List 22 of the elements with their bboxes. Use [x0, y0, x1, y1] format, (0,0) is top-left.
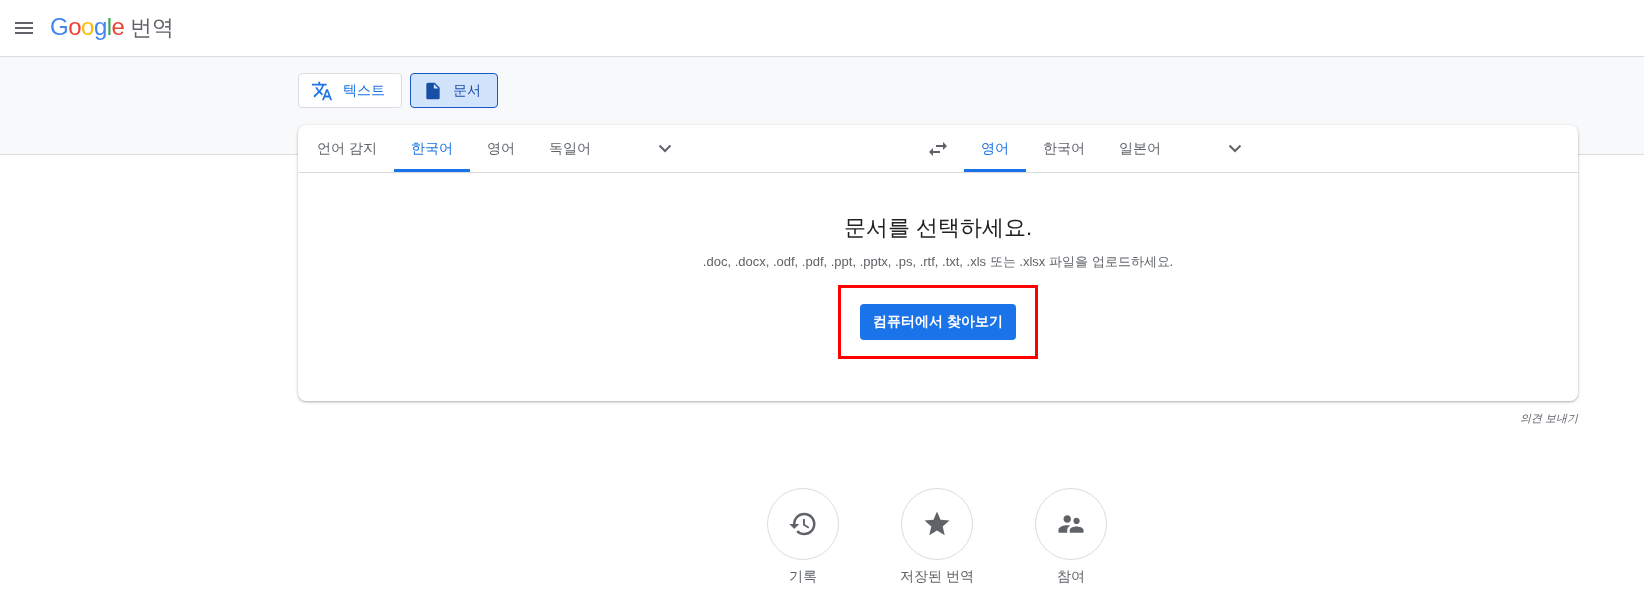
language-tab[interactable]: 한국어 [393, 125, 470, 172]
document-icon [423, 80, 443, 101]
shortcut-label: 기록 [789, 568, 817, 586]
language-tab[interactable]: 한국어 [1026, 125, 1102, 172]
mode-tab[interactable]: 문서 [410, 73, 498, 108]
browse-button[interactable]: 컴퓨터에서 찾아보기 [860, 304, 1016, 340]
translate-icon [311, 79, 333, 102]
upload-description: .doc, .docx, .odf, .pdf, .ppt, .pptx, .ps, .rtf, .txt, .xls 또는 .xlsx 파일을 업로드하세요. [702, 253, 1174, 271]
language-tab[interactable]: 일본어 [1102, 125, 1178, 172]
google-logo: Google [50, 13, 125, 41]
product-name: 번역 [130, 14, 175, 42]
chevron-down-icon [1228, 144, 1242, 153]
feedback-link[interactable]: 의견 보내기 [298, 411, 1578, 426]
language-tab[interactable]: 독일어 [531, 125, 608, 172]
mode-tab[interactable]: 텍스트 [298, 73, 402, 108]
chevron-down-icon [657, 144, 672, 153]
shortcut-label: 저장된 번역 [900, 568, 974, 586]
upload-title: 문서를 선택하세요. [843, 214, 1033, 242]
language-tab[interactable]: 영어 [469, 125, 532, 172]
language-tab[interactable]: 영어 [964, 125, 1026, 172]
language-tab[interactable]: 언어 감지 [300, 125, 394, 172]
shortcut-label: 참여 [1057, 568, 1085, 586]
